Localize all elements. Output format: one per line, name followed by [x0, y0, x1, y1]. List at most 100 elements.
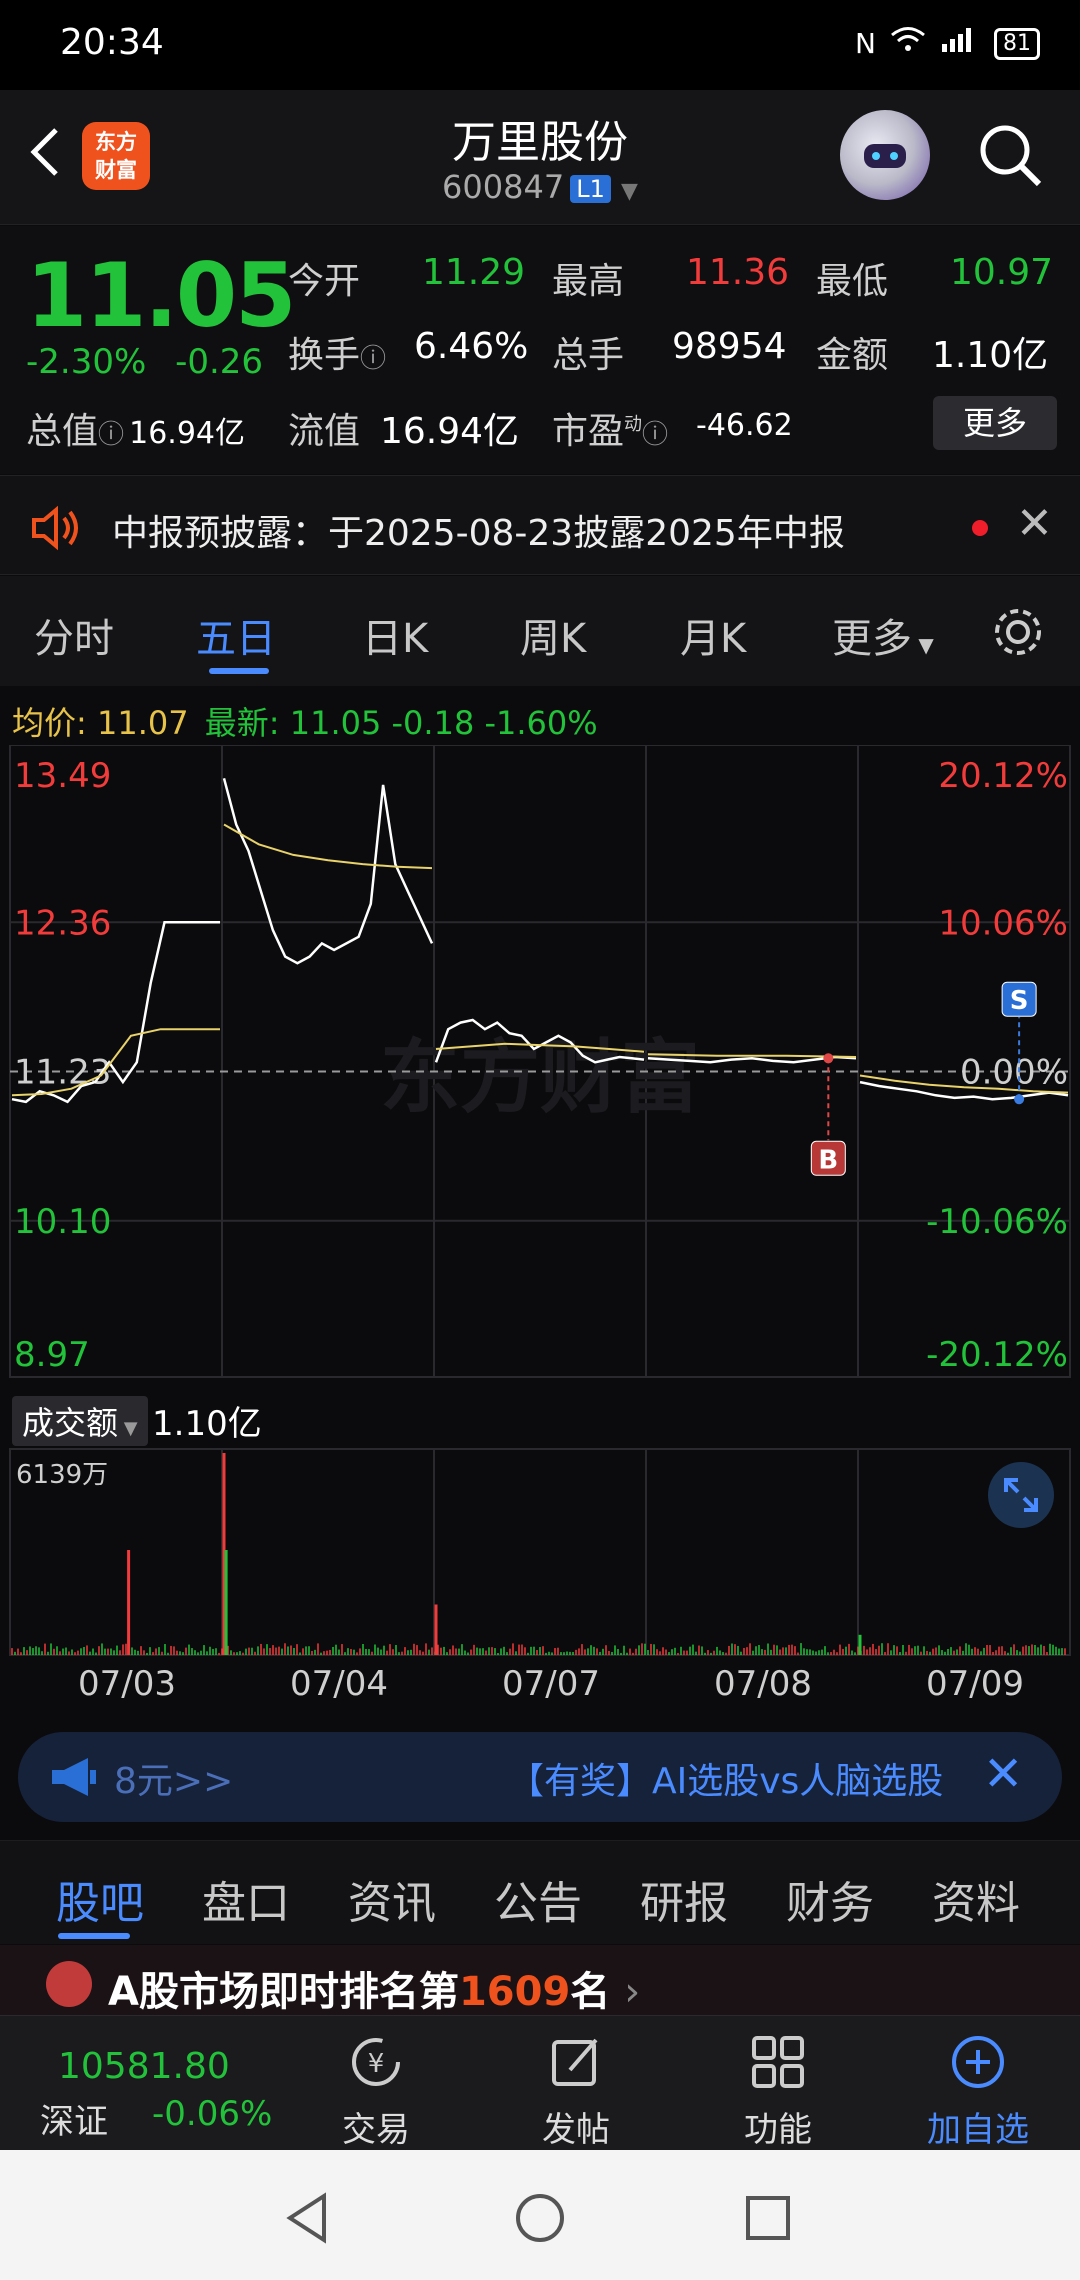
signal-icon	[940, 26, 980, 61]
speaker-icon	[28, 504, 84, 552]
volume-total: 1.10亿	[152, 1404, 262, 1444]
nav-trade[interactable]: ¥ 交易	[306, 2030, 446, 2151]
tab-zixun[interactable]: 资讯	[348, 1867, 436, 1931]
ad-text-right: 【有奖】AI选股vs人脑选股	[508, 1761, 944, 1802]
latest-label: 最新:	[204, 704, 280, 742]
chart-header: 均价: 11.07 最新: 11.05 -0.18 -1.60%	[0, 688, 1080, 744]
date-label: 07/04	[290, 1664, 388, 1704]
rank-icon	[46, 1961, 92, 2007]
ad-banner[interactable]: 8元>> 【有奖】AI选股vs人脑选股 ✕	[18, 1732, 1062, 1822]
notice-bar[interactable]: 中报预披露：于2025-08-23披露2025年中报 ✕	[0, 475, 1080, 575]
tab-more[interactable]: 更多 ▼	[832, 606, 934, 664]
avg-label: 均价:	[12, 704, 87, 742]
volume-frame	[9, 1448, 1071, 1656]
status-bar: 20:34 N 81	[0, 0, 1080, 90]
volume-chart[interactable]: 6139万	[0, 1445, 1080, 1660]
volume-value: 98954	[672, 326, 787, 367]
rank-text: A股市场即时排名第1609名 ›	[108, 1969, 641, 2015]
latest-value: 11.05	[289, 704, 382, 742]
trade-icon: ¥	[352, 2038, 400, 2086]
float-value: 16.94亿	[380, 411, 520, 452]
battery-icon: 81	[994, 27, 1040, 60]
tab-zhouk[interactable]: 周K	[520, 606, 586, 664]
edit-icon	[552, 2038, 598, 2086]
mktcap-label: 总值	[26, 411, 99, 452]
quote-panel: 11.05 -2.30% -0.26 总值ⓘ 16.94亿 今开 11.29 换…	[0, 226, 1080, 474]
date-label: 07/03	[78, 1664, 176, 1704]
period-tabs: 分时 五日 日K 周K 月K 更多 ▼	[0, 576, 1080, 686]
recents-square-icon[interactable]	[740, 2190, 796, 2246]
chevron-down-icon: ▼	[621, 179, 638, 204]
home-circle-icon[interactable]	[512, 2190, 568, 2246]
price-chart[interactable]: 东方财富13.49 20.12%12.36 10.06%11.23 0.00%10.1…	[0, 745, 1080, 1385]
more-quote-button[interactable]: 更多	[933, 396, 1057, 450]
index-value[interactable]: 10581.80	[58, 2046, 230, 2087]
back-triangle-icon[interactable]	[280, 2190, 336, 2246]
y-tick-left: 8.97	[14, 1335, 90, 1375]
nfc-icon: N	[855, 27, 876, 60]
rank-bar[interactable]: A股市场即时排名第1609名 ›	[0, 1945, 1080, 2015]
unread-dot	[972, 520, 988, 536]
tab-fenshi[interactable]: 分时	[34, 606, 114, 664]
y-tick-left: 10.10	[14, 1202, 111, 1242]
active-tab-underline	[209, 668, 269, 674]
y-tick-right: 10.06%	[938, 903, 1068, 943]
amount-label: 金额	[816, 335, 889, 376]
date-label: 07/09	[926, 1664, 1024, 1704]
low-value: 10.97	[950, 252, 1054, 293]
tab-guba[interactable]: 股吧	[56, 1867, 144, 1931]
nav-post[interactable]: 发帖	[506, 2030, 646, 2151]
plus-circle-icon	[952, 2036, 1004, 2088]
tab-pankou[interactable]: 盘口	[202, 1867, 290, 1931]
info-icon[interactable]: ⓘ	[98, 420, 124, 450]
change-abs: -0.26	[175, 342, 264, 382]
volume-label: 总手	[552, 335, 625, 376]
tab-ziliao[interactable]: 资料	[932, 1867, 1020, 1931]
level-badge: L1	[570, 175, 611, 203]
tab-rik[interactable]: 日K	[362, 606, 428, 664]
turnover-value: 6.46%	[414, 326, 529, 367]
y-tick-right: 20.12%	[938, 756, 1068, 796]
high-label: 最高	[552, 261, 625, 302]
status-icons: N 81	[855, 26, 1040, 61]
turnover-label: 换手ⓘ	[288, 335, 387, 376]
settings-gear-icon[interactable]	[990, 604, 1046, 664]
tab-gonggao[interactable]: 公告	[494, 1867, 582, 1931]
high-value: 11.36	[686, 252, 790, 293]
index-name[interactable]: 深证	[40, 2094, 108, 2143]
nav-add-watchlist[interactable]: 加自选	[908, 2030, 1048, 2151]
ad-text-left: 8元>>	[114, 1761, 234, 1802]
marker-label: B	[818, 1145, 838, 1175]
marker-dot	[823, 1053, 834, 1064]
megaphone-icon	[48, 1754, 100, 1800]
status-time: 20:34	[60, 22, 164, 63]
stock-code: 600847	[442, 168, 565, 206]
latest-chg: -0.18	[391, 704, 475, 742]
mktcap-value: 16.94亿	[129, 416, 246, 451]
change-pct: -2.30%	[26, 342, 147, 382]
volume-header: 成交额 ▼ 1.10亿	[0, 1390, 1080, 1446]
ai-assistant-icon[interactable]	[840, 110, 930, 200]
svg-text:¥: ¥	[368, 2049, 385, 2079]
active-info-tab-underline	[58, 1933, 130, 1939]
pe-value: -46.62	[696, 408, 793, 443]
tab-wuri[interactable]: 五日	[196, 606, 276, 664]
close-ad-icon[interactable]: ✕	[983, 1746, 1023, 1802]
marker-label: S	[1010, 986, 1029, 1016]
expand-chart-icon[interactable]	[988, 1462, 1054, 1528]
tab-yuek[interactable]: 月K	[680, 606, 746, 664]
index-change: -0.06%	[152, 2094, 273, 2134]
tab-caiwu[interactable]: 财务	[786, 1867, 874, 1931]
grid-icon	[752, 2036, 804, 2088]
date-axis: 07/03 07/04 07/07 07/08 07/09	[0, 1660, 1080, 1716]
notice-text: 中报预披露：于2025-08-23披露2025年中报	[112, 513, 845, 554]
search-icon[interactable]	[975, 120, 1045, 190]
market-cap: 总值ⓘ 16.94亿	[26, 402, 245, 454]
y-tick-right: -20.12%	[926, 1335, 1068, 1375]
tab-yanbao[interactable]: 研报	[640, 1867, 728, 1931]
nav-functions[interactable]: 功能	[708, 2030, 848, 2151]
close-notice-icon[interactable]: ✕	[1016, 498, 1053, 549]
volume-selector[interactable]: 成交额 ▼	[12, 1396, 148, 1446]
latest-pct: -1.60%	[484, 704, 598, 742]
current-price: 11.05	[26, 244, 296, 347]
